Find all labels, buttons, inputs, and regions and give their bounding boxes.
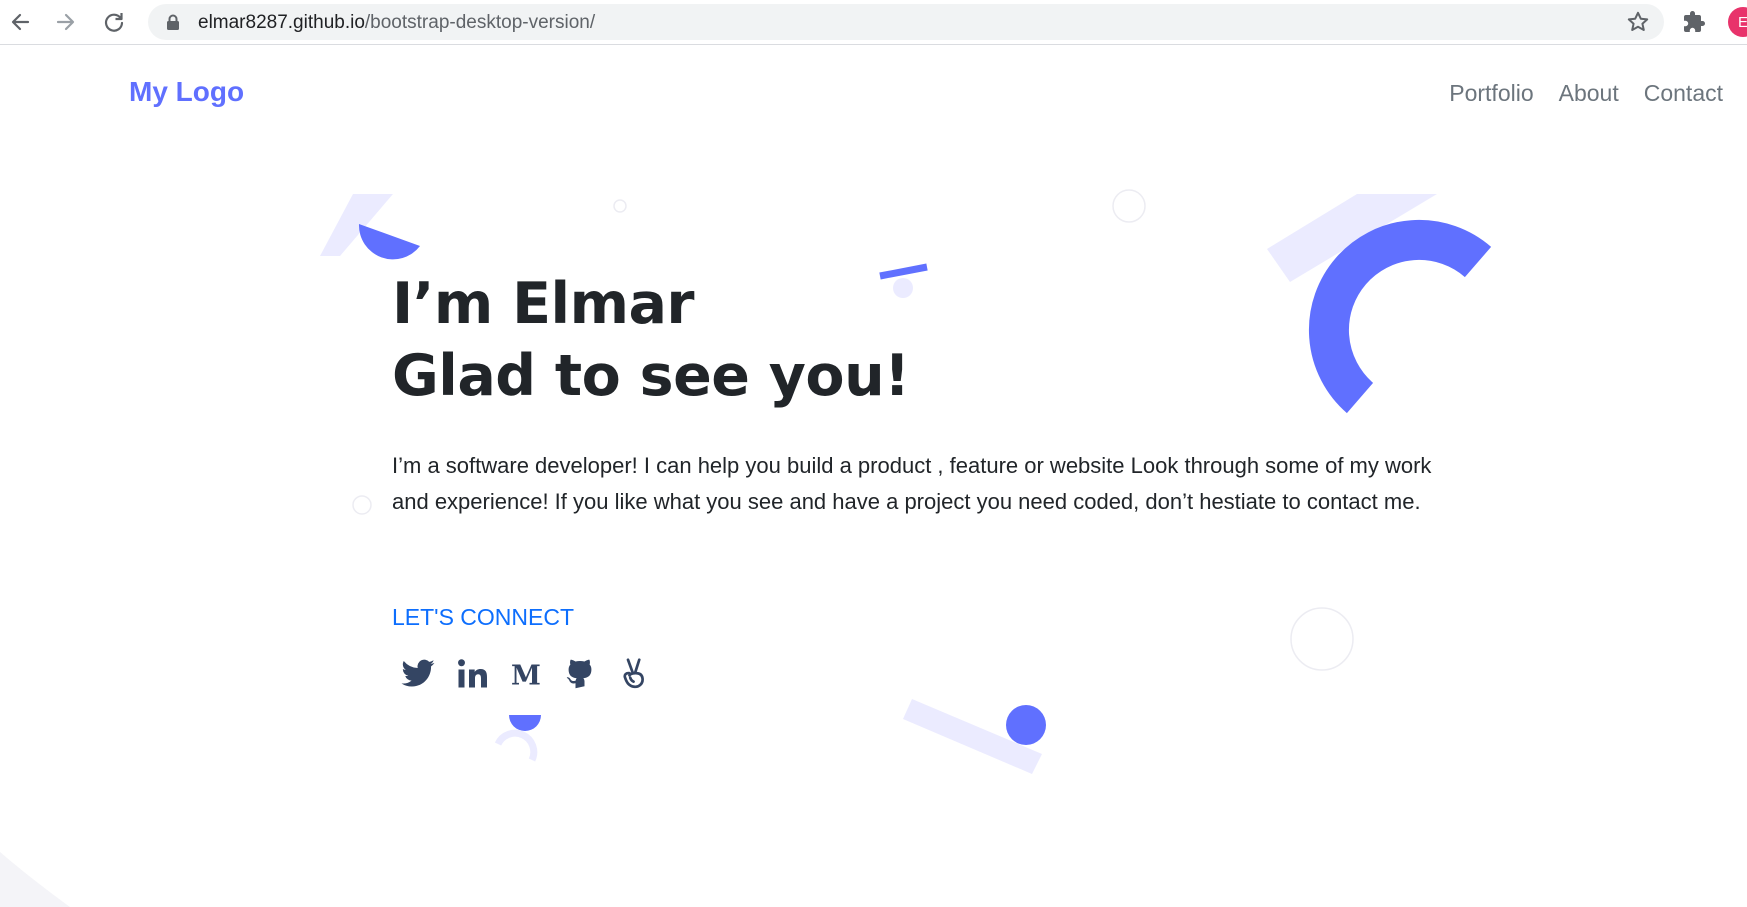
social-links: M: [400, 656, 652, 692]
nav-portfolio[interactable]: Portfolio: [1449, 80, 1533, 107]
hero-title-line1: I’m Elmar: [392, 271, 695, 337]
decor-corner: [0, 852, 70, 907]
address-bar[interactable]: elmar8287.github.io/bootstrap-desktop-ve…: [148, 4, 1664, 40]
reload-icon[interactable]: [100, 8, 128, 36]
decor-circle-small: [613, 199, 627, 213]
decor-circle-top: [1112, 189, 1146, 223]
decor-bar-bottom: [903, 699, 1042, 774]
decor-arc-bottom: [494, 729, 538, 762]
decor-halfcircle-topleft: [358, 224, 420, 260]
nav-contact[interactable]: Contact: [1644, 80, 1723, 107]
hero-title-line2: Glad to see you!: [392, 343, 910, 409]
hero-description: I’m a software developer! I can help you…: [392, 453, 1432, 514]
forward-icon[interactable]: [52, 8, 80, 36]
back-icon[interactable]: [6, 8, 34, 36]
browser-toolbar: elmar8287.github.io/bootstrap-desktop-ve…: [0, 0, 1747, 45]
star-icon[interactable]: [1626, 10, 1650, 38]
profile-avatar[interactable]: E: [1728, 7, 1747, 37]
github-icon[interactable]: [562, 656, 598, 692]
decor-halfcircle-bottom: [509, 715, 541, 731]
lets-connect-link[interactable]: LET'S CONNECT: [392, 604, 574, 631]
linkedin-icon[interactable]: [454, 656, 490, 692]
decor-circle-left: [352, 495, 372, 515]
svg-text:M: M: [511, 661, 541, 692]
medium-icon[interactable]: M: [508, 656, 544, 692]
decor-bar-topleft: [320, 194, 393, 256]
decor-arc-topright: [1308, 219, 1492, 414]
angellist-icon[interactable]: [616, 656, 652, 692]
url-path: /bootstrap-desktop-version/: [364, 12, 596, 33]
nav-about[interactable]: About: [1559, 80, 1619, 107]
decor-dot-bottom: [1006, 705, 1046, 745]
decor-bar-topright: [1267, 194, 1437, 282]
url-text[interactable]: elmar8287.github.io/bootstrap-desktop-ve…: [198, 12, 595, 34]
site-logo[interactable]: My Logo: [129, 76, 244, 108]
extensions-icon[interactable]: [1682, 10, 1706, 38]
main-nav: Portfolio About Contact: [1449, 80, 1723, 107]
lock-icon[interactable]: [166, 14, 180, 35]
decor-circle-right: [1290, 607, 1354, 671]
twitter-icon[interactable]: [400, 656, 436, 692]
url-domain: elmar8287.github.io: [198, 12, 365, 33]
hero-title: I’m Elmar Glad to see you!: [392, 268, 910, 412]
